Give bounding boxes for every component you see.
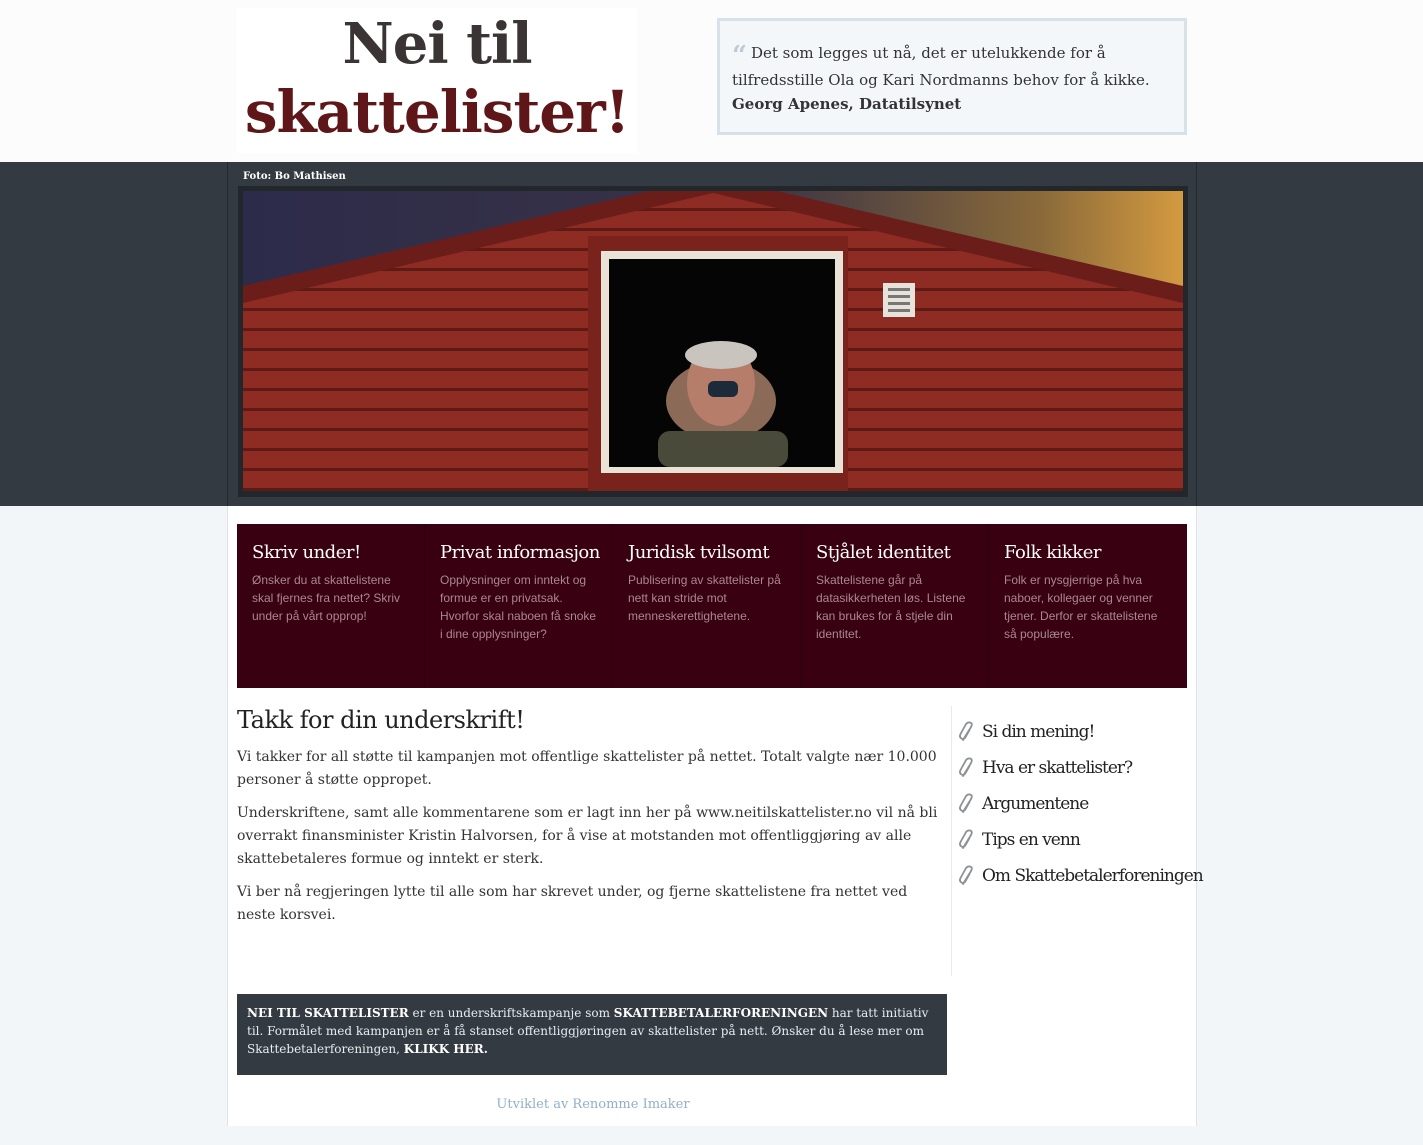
feature-text: Opplysninger om inntekt og formue er en … (440, 573, 597, 641)
paperclip-icon (959, 721, 973, 741)
developer-credit-link[interactable]: Utviklet av Renomme Imaker (228, 1097, 958, 1112)
organization-name: SKATTEBETALERFORENINGEN (613, 1006, 829, 1020)
quote-mark-icon: “ (732, 41, 747, 71)
site-logo[interactable]: Nei til skattelister! (237, 8, 637, 153)
feature-title[interactable]: Skriv under! (252, 542, 414, 563)
feature-legal[interactable]: Juridisk tvilsomt Publisering av skattel… (613, 524, 801, 688)
sidebar-item-about[interactable]: Om Skattebetalerforeningen (958, 858, 1204, 894)
sidebar-link[interactable]: Argumentene (982, 794, 1089, 814)
sidebar-item-tip-friend[interactable]: Tips en venn (958, 822, 1193, 858)
sidebar-item-arguments[interactable]: Argumentene (958, 786, 1193, 822)
feature-title[interactable]: Stjålet identitet (816, 542, 978, 563)
article-title: Takk for din underskrift! (237, 706, 525, 734)
paperclip-icon (959, 793, 973, 813)
logo-line-1: Nei til (342, 11, 533, 77)
main-content: Skriv under! Ønsker du at skattelistene … (227, 506, 1204, 1126)
feature-identity[interactable]: Stjålet identitet Skattelistene går på d… (801, 524, 989, 688)
campaign-name: NEI TIL SKATTELISTER (247, 1006, 409, 1020)
hero-band: Foto: Bo Mathisen (0, 162, 1423, 506)
article: Takk for din underskrift! Vi takker for … (237, 706, 947, 937)
article-paragraph: Vi ber nå regjeringen lytte til alle som… (237, 884, 908, 923)
sidebar-link[interactable]: Hva er skattelister? (982, 758, 1133, 778)
feature-sign[interactable]: Skriv under! Ønsker du at skattelistene … (237, 524, 425, 688)
article-paragraph: Vi takker for all støtte til kampanjen m… (237, 749, 937, 788)
quote-text: Det som legges ut nå, det er utelukkende… (732, 44, 1150, 89)
feature-title[interactable]: Juridisk tvilsomt (628, 542, 790, 563)
logo-line-2: skattelister! (244, 78, 630, 146)
sidebar-link[interactable]: Om Skattebetalerforeningen (982, 866, 1204, 886)
paperclip-icon (959, 757, 973, 777)
photo-credit: Foto: Bo Mathisen (243, 171, 346, 182)
feature-text: Publisering av skattelister på nett kan … (628, 573, 781, 623)
read-more-link[interactable]: KLIKK HER. (404, 1042, 488, 1056)
sidebar-link[interactable]: Tips en venn (982, 830, 1081, 850)
feature-text: Folk er nysgjerrige på hva naboer, kolle… (1004, 573, 1158, 641)
feature-private-info[interactable]: Privat informasjon Opplysninger om innte… (425, 524, 613, 688)
sidebar-nav: Si din mening! Hva er skattelister? Argu… (958, 714, 1204, 894)
info-text: er en underskriftskampanje som (408, 1006, 614, 1020)
feature-strip: Skriv under! Ønsker du at skattelistene … (237, 524, 1187, 688)
feature-text: Skattelistene går på datasikkerheten løs… (816, 573, 966, 641)
sidebar-item-what-is[interactable]: Hva er skattelister? (958, 750, 1193, 786)
hero-container: Foto: Bo Mathisen (227, 162, 1197, 506)
sidebar-divider (951, 706, 952, 976)
paperclip-icon (959, 865, 973, 885)
campaign-info-box: NEI TIL SKATTELISTER er en underskriftsk… (237, 994, 947, 1075)
header-quote: “Det som legges ut nå, det er utelukkend… (717, 18, 1187, 135)
feature-peeking[interactable]: Folk kikker Folk er nysgjerrige på hva n… (989, 524, 1177, 688)
hero-image (243, 191, 1183, 491)
feature-title[interactable]: Privat informasjon (440, 542, 602, 563)
article-paragraph: Underskriftene, samt alle kommentarene s… (237, 805, 938, 867)
sidebar-item-opinion[interactable]: Si din mening! (958, 714, 1193, 750)
header-band: Nei til skattelister! “Det som legges ut… (0, 0, 1423, 162)
feature-text: Ønsker du at skattelistene skal fjernes … (252, 573, 401, 623)
hero-photo-frame (238, 186, 1188, 497)
quote-author: Georg Apenes, Datatilsynet (732, 95, 962, 113)
sidebar-link[interactable]: Si din mening! (982, 722, 1095, 742)
feature-title[interactable]: Folk kikker (1004, 542, 1167, 563)
paperclip-icon (959, 829, 973, 849)
